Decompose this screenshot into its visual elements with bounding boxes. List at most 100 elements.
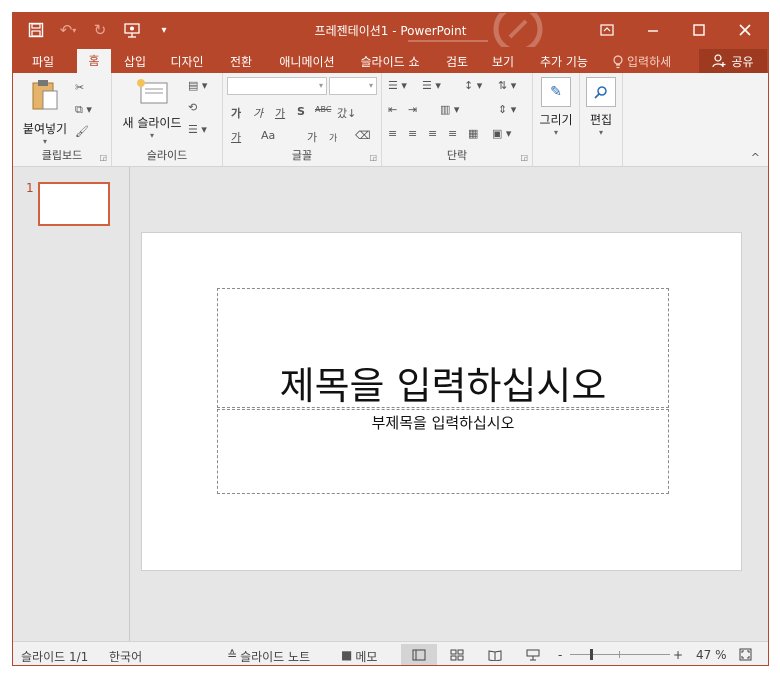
fit-to-window-icon[interactable]	[739, 648, 752, 664]
tell-me-label: 입력하세	[627, 55, 672, 69]
slide-thumbnail[interactable]	[38, 182, 110, 226]
normal-view-button[interactable]	[401, 644, 437, 665]
font-size-combo[interactable]: ▾	[329, 77, 377, 95]
italic-button[interactable]: 가	[253, 105, 263, 121]
paragraph-group: ☰ ▾ ☰ ▾ ↕ ▾ ⇅ ▾ ⇤ ⇥ ▥ ▾ ⇕ ▾ ≡ ≡ ≡ ≡ ▦ ▣ …	[382, 73, 533, 166]
notes-button[interactable]: ≙ 슬라이드 노트	[227, 648, 310, 665]
justify-icon[interactable]: ≡	[448, 127, 457, 140]
drawing-label: 그리기	[539, 113, 573, 127]
editing-group: 편집 ▾	[580, 73, 623, 166]
reset-icon[interactable]: ⟲	[188, 101, 197, 114]
character-spacing-button[interactable]: 갔↓	[337, 105, 356, 121]
tab-file[interactable]: 파일	[21, 51, 65, 73]
shadow-button[interactable]: S	[297, 105, 305, 118]
editing-button[interactable]: 편집 ▾	[582, 77, 620, 137]
layout-icon[interactable]: ▤ ▾	[188, 79, 207, 92]
clear-formatting-icon[interactable]: ⌫	[355, 129, 371, 142]
close-icon[interactable]	[722, 13, 768, 47]
clipboard-group-label: 클립보드	[41, 149, 83, 162]
slideshow-button[interactable]	[515, 644, 551, 665]
text-direction-icon[interactable]: ⇅ ▾	[498, 79, 516, 92]
subtitle-placeholder[interactable]: 부제목을 입력하십시오	[217, 409, 669, 494]
change-case-button[interactable]: Aa	[261, 129, 275, 142]
new-slide-button[interactable]: 새 슬라이드 ▾	[116, 77, 188, 140]
zoom-in-button[interactable]: +	[673, 648, 683, 662]
slides-group: 새 슬라이드 ▾ ▤ ▾ ⟲ ☰ ▾ 슬라이드	[112, 73, 223, 166]
shapes-icon: ✎	[541, 77, 571, 107]
ribbon-display-options-icon[interactable]	[584, 13, 630, 47]
collapse-ribbon-icon[interactable]: ^	[751, 151, 760, 164]
paste-button[interactable]: 붙여넣기 ▾	[17, 77, 73, 146]
increase-font-button[interactable]: 가	[307, 129, 317, 145]
distribute-icon[interactable]: ▦	[468, 127, 478, 140]
powerpoint-window: ↶ ▾ ↻ ▾ 프레젠테이션1 - PowerPoint 파일 홈 삽입 디자인…	[12, 12, 769, 666]
tab-addins[interactable]: 추가 기능	[531, 51, 597, 73]
columns-icon[interactable]: ▥ ▾	[440, 103, 459, 116]
window-controls	[584, 13, 768, 47]
align-left-icon[interactable]: ≡	[388, 127, 397, 140]
bold-button[interactable]: 가	[231, 105, 241, 121]
tab-design[interactable]: 디자인	[163, 51, 211, 73]
slide-canvas[interactable]: 제목을 입력하십시오 부제목을 입력하십시오	[141, 232, 742, 571]
tell-me-box[interactable]: 입력하세	[613, 51, 671, 73]
section-icon[interactable]: ☰ ▾	[188, 123, 207, 136]
slide-sorter-button[interactable]	[439, 644, 475, 665]
line-spacing-icon[interactable]: ↕ ▾	[464, 79, 482, 92]
reading-view-button[interactable]	[477, 644, 513, 665]
subtitle-placeholder-text: 부제목을 입력하십시오	[371, 414, 515, 432]
slide-sorter-icon	[450, 649, 464, 661]
zoom-slider[interactable]	[570, 649, 670, 660]
slide-thumbnail-pane: 1	[13, 167, 130, 641]
numbering-icon[interactable]: ☰ ▾	[422, 79, 441, 92]
new-slide-label: 새 슬라이드	[122, 116, 182, 130]
tab-view[interactable]: 보기	[487, 51, 519, 73]
title-placeholder[interactable]: 제목을 입력하십시오	[217, 288, 669, 408]
slide-thumbnail-number: 1	[26, 181, 34, 195]
share-button[interactable]: 공유	[699, 49, 767, 73]
minimize-icon[interactable]	[630, 13, 676, 47]
comments-button[interactable]: ■ 메모	[341, 648, 377, 665]
cut-icon[interactable]: ✂	[75, 81, 84, 94]
tab-animations[interactable]: 애니메이션	[271, 51, 343, 73]
comment-icon: ■	[341, 648, 353, 662]
strikethrough-button[interactable]: ABC	[315, 105, 331, 114]
drawing-button[interactable]: ✎ 그리기 ▾	[535, 77, 577, 137]
paragraph-launcher-icon[interactable]: ◲	[520, 153, 528, 162]
decrease-indent-icon[interactable]: ⇤	[388, 103, 397, 116]
slide-counter: 슬라이드 1/1	[21, 650, 89, 664]
tab-transitions[interactable]: 전환	[225, 51, 257, 73]
zoom-slider-thumb[interactable]	[590, 649, 594, 660]
align-text-icon[interactable]: ⇕ ▾	[498, 103, 516, 116]
decrease-font-button[interactable]: 가	[329, 131, 337, 144]
maximize-icon[interactable]	[676, 13, 722, 47]
tab-slideshow[interactable]: 슬라이드 쇼	[353, 51, 427, 73]
align-right-icon[interactable]: ≡	[428, 127, 437, 140]
smartart-icon[interactable]: ▣ ▾	[492, 127, 511, 140]
tab-insert[interactable]: 삽입	[119, 51, 151, 73]
underline-button[interactable]: 가	[275, 105, 285, 121]
font-launcher-icon[interactable]: ◲	[369, 153, 377, 162]
reading-view-icon	[488, 650, 502, 661]
bullets-icon[interactable]: ☰ ▾	[388, 79, 407, 92]
font-name-combo[interactable]: ▾	[227, 77, 327, 95]
search-icon	[586, 77, 616, 107]
tab-review[interactable]: 검토	[441, 51, 473, 73]
font-color-button[interactable]: 가	[231, 129, 241, 145]
zoom-out-button[interactable]: -	[558, 648, 562, 662]
language-indicator[interactable]: 한국어	[109, 648, 142, 665]
clipboard-group: 붙여넣기 ▾ ✂ ⧉ ▾ 🖌 클립보드 ◲	[13, 73, 112, 166]
increase-indent-icon[interactable]: ⇥	[408, 103, 417, 116]
format-painter-icon[interactable]: 🖌	[75, 125, 89, 138]
font-group-label: 글꼴	[291, 149, 313, 162]
chevron-down-icon: ▾	[318, 81, 323, 90]
copy-icon[interactable]: ⧉ ▾	[75, 103, 92, 117]
clipboard-launcher-icon[interactable]: ◲	[99, 153, 107, 162]
tab-home[interactable]: 홈	[77, 49, 111, 73]
lightbulb-icon	[613, 55, 623, 69]
zoom-level[interactable]: 47 %	[696, 648, 727, 662]
font-group: ▾ ▾ 가 가 가 S ABC 갔↓ 가 Aa 가 가 ⌫ 글꼴 ◲	[223, 73, 382, 166]
slideshow-icon	[526, 649, 540, 661]
align-center-icon[interactable]: ≡	[408, 127, 417, 140]
status-bar: 슬라이드 1/1 한국어 ≙ 슬라이드 노트 ■ 메모 - + 47 %	[13, 641, 768, 665]
chevron-down-icon: ▾	[368, 81, 373, 90]
